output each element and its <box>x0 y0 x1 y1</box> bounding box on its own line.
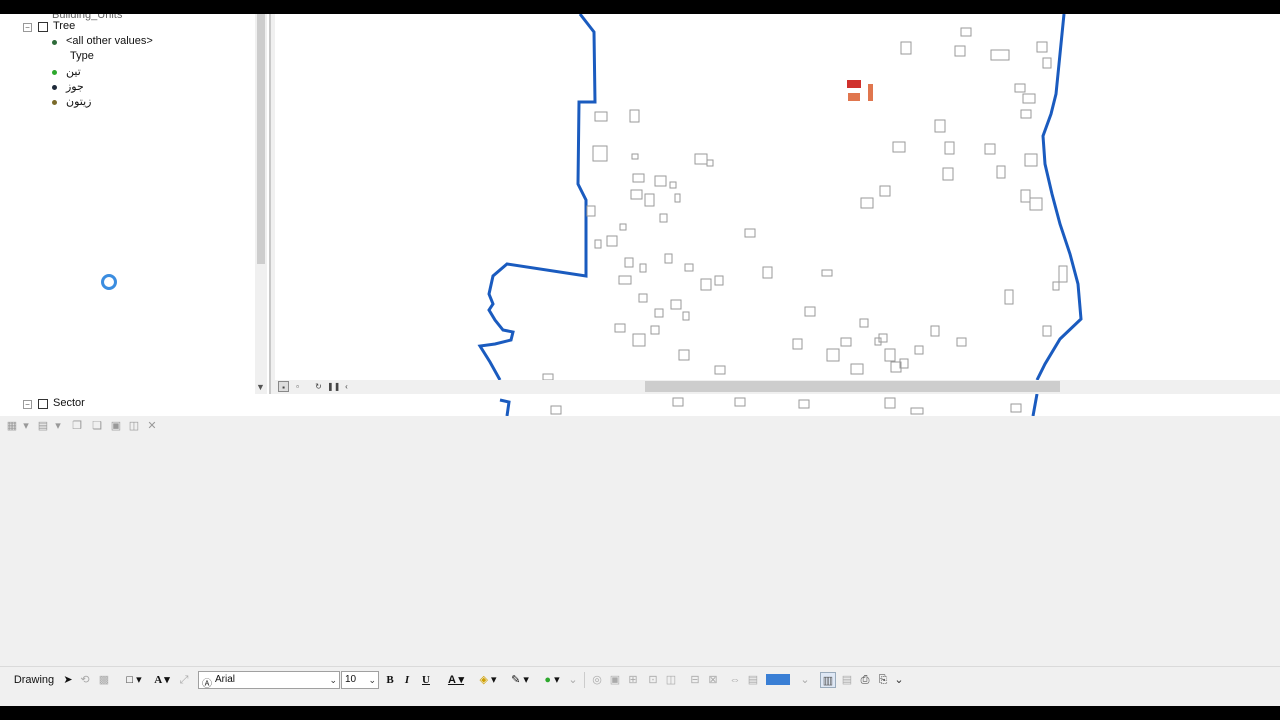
class-symbol-walnut-icon <box>52 85 57 90</box>
chevron-down-icon: ⌄ <box>368 675 376 685</box>
building-parcels <box>542 27 1068 380</box>
other-values-symbol-icon <box>52 40 57 45</box>
dropdown-icon[interactable]: ▾ <box>19 419 33 433</box>
study-area-boundary <box>477 14 1083 380</box>
rotate-icon[interactable]: ⟲ <box>78 672 92 688</box>
legend-class-label: تين <box>66 66 81 78</box>
group-icon[interactable]: ▣ <box>608 672 622 688</box>
select-elements-icon[interactable]: ➤ <box>62 672 74 688</box>
align-icon[interactable]: ⊟ <box>688 672 702 688</box>
rotate-flip-icon[interactable]: ⇔ <box>728 672 742 688</box>
status-strip <box>0 692 1280 706</box>
new-text-tool-button[interactable]: A ▾ <box>150 672 174 688</box>
toc-layer-sector-label[interactable]: Sector <box>53 396 85 411</box>
chevron-down-icon[interactable]: ⌄ <box>798 672 812 688</box>
top-black-bar <box>0 0 1280 14</box>
printer-icon[interactable]: ⎙ <box>858 672 872 688</box>
legend-other-values: <all other values> <box>66 35 153 47</box>
sector-layer-visibility-checkbox[interactable] <box>38 399 48 409</box>
order-icon[interactable]: ⊡ <box>646 672 660 688</box>
collapse-tree-layer-icon[interactable]: − <box>23 23 32 32</box>
font-name-select[interactable]: Arial ⌄ <box>198 671 340 689</box>
tree-layer-visibility-checkbox[interactable] <box>38 22 48 32</box>
shadow-icon[interactable]: ▤ <box>746 672 760 688</box>
class-symbol-fig-icon <box>52 70 57 75</box>
map-horizontal-scroll-thumb[interactable] <box>645 381 1060 392</box>
layout-toggle-icon[interactable]: ▥ <box>820 672 836 688</box>
data-view-button[interactable]: ▪ <box>278 381 289 392</box>
fill-color-button[interactable]: ◈ ▾ <box>474 672 502 688</box>
paint-bucket-icon: ◈ <box>479 674 488 686</box>
toc-layer-tree-label[interactable]: Tree <box>53 19 75 34</box>
map-canvas-lower <box>499 394 1039 416</box>
pen-icon: ✎ <box>511 674 521 686</box>
toc-scroll-thumb[interactable] <box>257 14 265 264</box>
map-view-lower-strip <box>275 394 1280 416</box>
scroll-left-icon[interactable]: ‹ <box>341 381 352 392</box>
delete-icon[interactable]: ✕ <box>145 419 159 433</box>
scroll-down-arrow-icon[interactable]: ▼ <box>256 382 265 392</box>
font-size-value: 10 <box>345 674 357 685</box>
toolbar-separator <box>584 672 585 688</box>
dropdown-icon[interactable]: ▾ <box>51 419 65 433</box>
italic-button[interactable]: I <box>401 672 413 688</box>
toc-vertical-scrollbar[interactable]: ▼ <box>255 14 267 394</box>
editor-select-icon[interactable]: ▦ <box>5 419 19 433</box>
export-icon[interactable]: ⎘ <box>876 672 890 688</box>
fill-color-swatch[interactable] <box>766 674 790 685</box>
drawing-menu-button[interactable]: Drawing ▾ <box>12 672 56 702</box>
edit-vertices-icon[interactable]: ⤢ <box>176 672 192 688</box>
class-symbol-olive-icon <box>52 100 57 105</box>
layer-tool-icon[interactable]: ▤ <box>36 419 50 433</box>
map-canvas[interactable] <box>275 14 1280 380</box>
busy-cursor-icon <box>101 274 117 290</box>
attributes-icon[interactable]: ▣ <box>109 419 123 433</box>
marker-color-button[interactable]: ● ▾ <box>538 672 566 688</box>
copy-features-icon[interactable]: ❐ <box>70 419 84 433</box>
toolbar-dock-area: ▦ ▾ ▤ ▾ ❐ ❏ ▣ ◫ ✕ <box>0 416 1280 666</box>
legend-class-label: جوز <box>66 81 84 93</box>
chevron-down-icon: ⌄ <box>329 675 337 685</box>
refresh-icon[interactable]: ↻ <box>313 381 324 392</box>
legend-field-name: Type <box>70 50 94 62</box>
font-color-button[interactable]: A ▾ <box>442 672 470 688</box>
bold-button[interactable]: B <box>384 672 396 688</box>
table-of-contents-panel: Building_Units − Tree <all other values>… <box>0 14 270 394</box>
bottom-black-bar <box>0 706 1280 720</box>
font-size-select[interactable]: 10 ⌄ <box>341 671 379 689</box>
toolbar-options-icon[interactable]: ⌄ <box>894 672 904 688</box>
ungroup-icon[interactable]: ⊞ <box>626 672 640 688</box>
draw-tool-icon[interactable]: ◎ <box>590 672 604 688</box>
map-view-control-bar: ▪ ▫ ↻ ❚❚ ‹ <box>275 380 1280 394</box>
highlighted-parcels <box>847 80 873 101</box>
font-type-icon: Ⓐ <box>202 679 212 690</box>
font-color-glyph: A <box>447 674 456 686</box>
map-view[interactable] <box>275 14 1280 380</box>
nudge-icon[interactable]: ◫ <box>664 672 678 688</box>
paste-features-icon[interactable]: ❏ <box>90 419 104 433</box>
collapse-sector-layer-icon[interactable]: − <box>23 400 32 409</box>
rectangle-tool-button[interactable]: □ ▾ <box>120 672 148 688</box>
distribute-icon[interactable]: ⊠ <box>706 672 720 688</box>
legend-class-label: زيتون <box>66 96 92 108</box>
sketch-icon[interactable]: ◫ <box>127 419 141 433</box>
drawing-toolbar: Drawing ▾ ➤ ⟲ ▩ □ ▾ A ▾ ⤢ Arial ⌄ Ⓐ 10 ⌄… <box>0 666 1280 702</box>
pause-drawing-icon[interactable]: ❚❚ <box>327 381 340 392</box>
underline-button[interactable]: U <box>420 672 432 688</box>
drawing-menu-label: Drawing <box>13 674 55 686</box>
line-color-button[interactable]: ✎ ▾ <box>506 672 534 688</box>
page-icon[interactable]: ▤ <box>840 672 854 688</box>
marker-dot-icon: ● <box>544 674 552 686</box>
layout-view-button[interactable]: ▫ <box>292 381 303 392</box>
font-name-value: Arial <box>215 674 236 685</box>
zoom-whole-page-icon[interactable]: ▩ <box>96 672 112 688</box>
toolbar-options-icon[interactable]: ⌄ <box>568 672 578 688</box>
